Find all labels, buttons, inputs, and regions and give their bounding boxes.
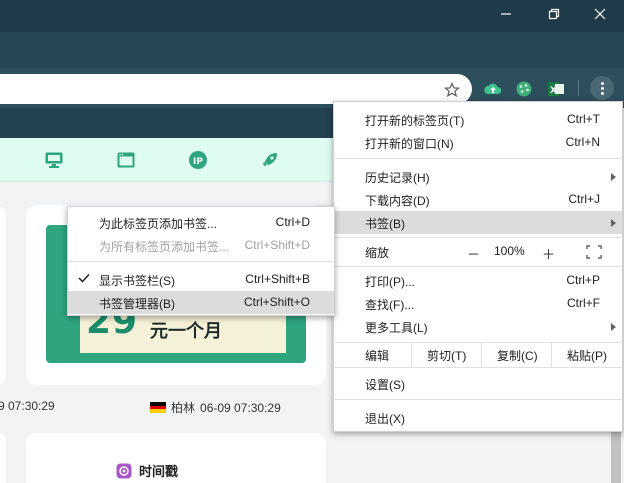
menu-item-settings[interactable]: 设置(S) [334,372,622,395]
germany-flag-icon [150,402,166,414]
browser-main-menu: 打开新的标签页(T) Ctrl+T 打开新的窗口(N) Ctrl+N 历史记录(… [333,101,623,432]
submenu-arrow-icon [611,173,616,181]
clock-time-left: 9 07:30:29 [0,399,55,413]
ip-icon[interactable]: IP [188,150,208,170]
submenu-item-show-bookmarks-bar[interactable]: 显示书签栏(S) Ctrl+Shift+B [68,268,334,291]
menu-item-print[interactable]: 打印(P)... Ctrl+P [334,269,622,292]
menu-edit-row: 编辑 剪切(T) 复制(C) 粘贴(P) [334,343,622,367]
menu-divider [68,261,334,262]
menu-item-new-window[interactable]: 打开新的窗口(N) Ctrl+N [334,131,622,154]
browser-window-icon[interactable] [116,150,136,170]
submenu-item-bookmark-manager[interactable]: 书签管理器(B) Ctrl+Shift+O [68,291,334,314]
menu-item-exit[interactable]: 退出(X) [334,406,622,429]
submenu-arrow-icon [611,219,616,227]
bookmark-star-icon[interactable] [444,82,460,98]
timestamp-icon [116,463,132,478]
toolbar-divider [578,80,579,96]
clock-berlin: 柏林 06-09 07:30:29 [150,399,281,416]
menu-divider [334,367,622,368]
excel-extension-icon[interactable]: X [547,80,565,98]
submenu-arrow-icon [611,323,616,331]
menu-item-more-tools[interactable]: 更多工具(L) [334,315,622,338]
maximize-button[interactable] [534,0,574,28]
svg-text:X: X [550,86,557,96]
zoom-in-button[interactable]: ＋ [542,244,555,263]
edit-label: 编辑 [365,349,390,363]
close-icon [594,8,606,20]
section-title-text: 时间戳 [139,464,179,479]
more-menu-icon [600,81,604,85]
svg-text:IP: IP [193,157,203,167]
checkmark-icon [78,273,90,283]
paste-button[interactable]: 粘贴(P) [567,347,607,364]
address-bar[interactable] [0,74,472,104]
restore-icon [548,8,560,20]
content-card [0,206,6,384]
cut-button[interactable]: 剪切(T) [427,347,466,364]
submenu-item-bookmark-this-tab[interactable]: 为此标签页添加书签... Ctrl+D [68,211,334,234]
title-bar [0,0,624,32]
menu-item-bookmarks[interactable]: 书签(B) [334,211,622,234]
minimize-icon [501,13,511,15]
fullscreen-icon[interactable] [586,245,602,259]
bookmarks-submenu: 为此标签页添加书签... Ctrl+D 为所有标签页添加书签... Ctrl+S… [67,206,335,316]
menu-divider [334,158,622,159]
more-menu-button[interactable] [590,76,614,100]
zoom-level: 100% [494,244,525,258]
clock-datetime: 06-09 07:30:29 [200,400,281,415]
menu-item-new-tab[interactable]: 打开新的标签页(T) Ctrl+T [334,108,622,131]
promo-slogan: 元一个月 [150,321,222,342]
close-window-button[interactable] [580,0,620,28]
tab-strip [0,32,624,68]
cloud-upload-extension-icon[interactable] [484,80,502,98]
zoom-out-button[interactable]: － [467,244,480,263]
timestamp-section-title[interactable]: 时间戳 [116,461,178,480]
monitor-icon[interactable] [44,150,64,170]
menu-divider [334,399,622,400]
menu-divider [334,266,622,267]
submenu-item-bookmark-all-tabs: 为所有标签页添加书签... Ctrl+Shift+D [99,238,310,254]
zoom-label: 缩放 [365,246,390,260]
rocket-icon[interactable] [260,150,280,170]
minimize-button[interactable] [486,0,526,28]
menu-item-find[interactable]: 查找(F)... Ctrl+F [334,292,622,315]
menu-item-downloads[interactable]: 下载内容(D) Ctrl+J [334,188,622,211]
menu-divider [334,237,622,238]
palette-extension-icon[interactable] [515,80,533,98]
menu-item-history[interactable]: 历史记录(H) [334,165,622,188]
content-card [0,433,6,483]
menu-zoom-row: 缩放 － 100% ＋ [334,240,622,263]
copy-button[interactable]: 复制(C) [497,347,538,364]
clock-city: 柏林 [171,401,196,415]
scrollbar-thumb[interactable] [611,432,621,483]
